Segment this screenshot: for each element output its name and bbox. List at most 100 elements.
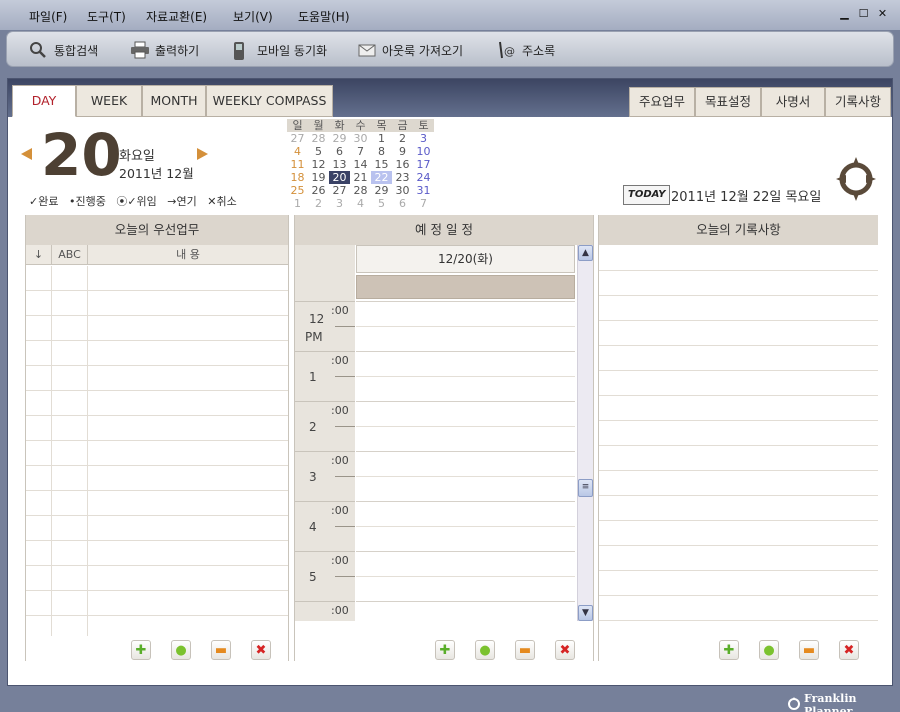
tab-day[interactable]: DAY — [12, 85, 76, 117]
schedule-grid[interactable]: 12/20(화) 12 PM:00 1:00 2:00 3:00 4:00 5:00 6:00 — [295, 245, 577, 621]
mini-calendar-day[interactable]: 9 — [392, 145, 413, 158]
mini-calendar-week: 11 12 13 14 15 16 17 — [287, 158, 437, 171]
mini-calendar-day[interactable]: 5 — [371, 197, 392, 210]
today-badge[interactable]: TODAY — [623, 185, 671, 205]
tab-notes[interactable]: 기록사항 — [825, 87, 891, 117]
content-header[interactable]: 내 용 — [88, 245, 288, 264]
time-slot[interactable] — [356, 501, 575, 551]
schedule-delete-button[interactable]: ✖ — [555, 640, 575, 660]
compass-icon[interactable] — [836, 155, 876, 204]
mini-calendar-day[interactable]: 4 — [287, 145, 308, 158]
mobile-sync-button[interactable]: 모바일 동기화 — [232, 41, 327, 60]
notes-add-button[interactable]: ✚ — [719, 640, 739, 660]
mini-calendar-day[interactable]: 28 — [308, 132, 329, 145]
priority-tasks-panel: 오늘의 우선업무 ↓ ABC 내 용 — [25, 215, 289, 661]
maximize-button[interactable]: ☐ — [857, 7, 870, 20]
next-day-arrow-icon[interactable] — [197, 148, 208, 160]
priority-tasks-list[interactable] — [26, 266, 288, 636]
mini-calendar-day[interactable]: 29 — [329, 132, 350, 145]
tab-key-tasks[interactable]: 주요업무 — [629, 87, 695, 117]
time-slot[interactable] — [356, 351, 575, 401]
outlook-import-button[interactable]: 아웃룩 가져오기 — [357, 41, 463, 59]
menu-view[interactable]: 보기(V) — [233, 8, 273, 25]
schedule-edit-button[interactable]: ● — [475, 640, 495, 660]
scroll-up-button[interactable]: ▲ — [578, 245, 593, 261]
notes-remove-button[interactable]: ▬ — [799, 640, 819, 660]
notes-delete-button[interactable]: ✖ — [839, 640, 859, 660]
mini-calendar-day[interactable]: 30 — [350, 132, 371, 145]
mini-calendar-day[interactable]: 1 — [371, 132, 392, 145]
schedule-scrollbar[interactable]: ▲ ≡ ▼ — [577, 245, 593, 621]
menu-file[interactable]: 파일(F) — [29, 8, 67, 25]
mini-calendar-day[interactable]: 20 — [329, 171, 350, 184]
mini-calendar-day[interactable]: 7 — [413, 197, 434, 210]
mini-calendar-day[interactable]: 19 — [308, 171, 329, 184]
mini-calendar-day[interactable]: 28 — [350, 184, 371, 197]
mini-calendar-day[interactable]: 11 — [287, 158, 308, 171]
priority-edit-button[interactable]: ● — [171, 640, 191, 660]
mini-calendar-day[interactable]: 14 — [350, 158, 371, 171]
menu-help[interactable]: 도움말(H) — [298, 8, 350, 25]
mini-calendar-day[interactable]: 3 — [329, 197, 350, 210]
mini-calendar-day[interactable]: 26 — [308, 184, 329, 197]
search-button[interactable]: 통합검색 — [29, 41, 98, 59]
abc-priority-header[interactable]: ABC — [52, 245, 88, 264]
mini-calendar-day[interactable]: 2 — [392, 132, 413, 145]
mini-calendar-day[interactable]: 6 — [392, 197, 413, 210]
mini-calendar-day[interactable]: 8 — [371, 145, 392, 158]
mini-calendar-day[interactable]: 7 — [350, 145, 371, 158]
mini-calendar-day[interactable]: 29 — [371, 184, 392, 197]
priority-remove-button[interactable]: ▬ — [211, 640, 231, 660]
mini-calendar-day[interactable]: 1 — [287, 197, 308, 210]
mini-calendar-day[interactable]: 12 — [308, 158, 329, 171]
scroll-down-button[interactable]: ▼ — [578, 605, 593, 621]
mini-calendar-day[interactable]: 27 — [329, 184, 350, 197]
priority-add-button[interactable]: ✚ — [131, 640, 151, 660]
mini-calendar-day[interactable]: 10 — [413, 145, 434, 158]
mini-calendar-day[interactable]: 25 — [287, 184, 308, 197]
prev-day-arrow-icon[interactable] — [21, 148, 32, 160]
mini-calendar-day[interactable]: 22 — [371, 171, 392, 184]
tab-mission[interactable]: 사명서 — [761, 87, 825, 117]
notes-edit-button[interactable]: ● — [759, 640, 779, 660]
scroll-thumb[interactable]: ≡ — [578, 479, 593, 497]
mini-calendar-day[interactable]: 17 — [413, 158, 434, 171]
mini-calendar-day[interactable]: 16 — [392, 158, 413, 171]
mini-calendar-day[interactable]: 30 — [392, 184, 413, 197]
mini-calendar-day[interactable]: 3 — [413, 132, 434, 145]
time-slot[interactable] — [356, 601, 575, 621]
schedule-date-header[interactable]: 12/20(화) — [356, 245, 575, 273]
close-button[interactable]: ✕ — [876, 7, 889, 20]
time-slot[interactable] — [356, 401, 575, 451]
mini-calendar-day[interactable]: 4 — [350, 197, 371, 210]
tab-month[interactable]: MONTH — [142, 85, 206, 117]
address-book-button[interactable]: @ 주소록 — [497, 41, 555, 59]
mini-calendar-day[interactable]: 24 — [413, 171, 434, 184]
mini-calendar-day[interactable]: 27 — [287, 132, 308, 145]
time-slot[interactable] — [356, 551, 575, 601]
mini-calendar-day[interactable]: 23 — [392, 171, 413, 184]
mini-calendar-day[interactable]: 13 — [329, 158, 350, 171]
schedule-remove-button[interactable]: ▬ — [515, 640, 535, 660]
mini-calendar-day[interactable]: 15 — [371, 158, 392, 171]
mini-calendar-day[interactable]: 18 — [287, 171, 308, 184]
tab-goals[interactable]: 목표설정 — [695, 87, 761, 117]
mini-calendar-day[interactable]: 21 — [350, 171, 371, 184]
sort-arrow-header[interactable]: ↓ — [26, 245, 52, 264]
menu-data-exchange[interactable]: 자료교환(E) — [146, 8, 207, 25]
notes-area[interactable] — [599, 246, 878, 621]
menu-tools[interactable]: 도구(T) — [87, 8, 126, 25]
minimize-button[interactable]: ▁ — [838, 7, 851, 20]
schedule-add-button[interactable]: ✚ — [435, 640, 455, 660]
time-slot[interactable] — [356, 451, 575, 501]
mini-calendar-day[interactable]: 2 — [308, 197, 329, 210]
print-button[interactable]: 출력하기 — [130, 41, 199, 59]
tab-weekly-compass[interactable]: WEEKLY COMPASS — [206, 85, 333, 117]
mini-calendar-day[interactable]: 31 — [413, 184, 434, 197]
priority-delete-button[interactable]: ✖ — [251, 640, 271, 660]
mini-calendar-day[interactable]: 6 — [329, 145, 350, 158]
time-slot[interactable] — [356, 301, 575, 351]
mini-calendar-day[interactable]: 5 — [308, 145, 329, 158]
all-day-event-bar[interactable] — [356, 275, 575, 299]
tab-week[interactable]: WEEK — [76, 85, 142, 117]
